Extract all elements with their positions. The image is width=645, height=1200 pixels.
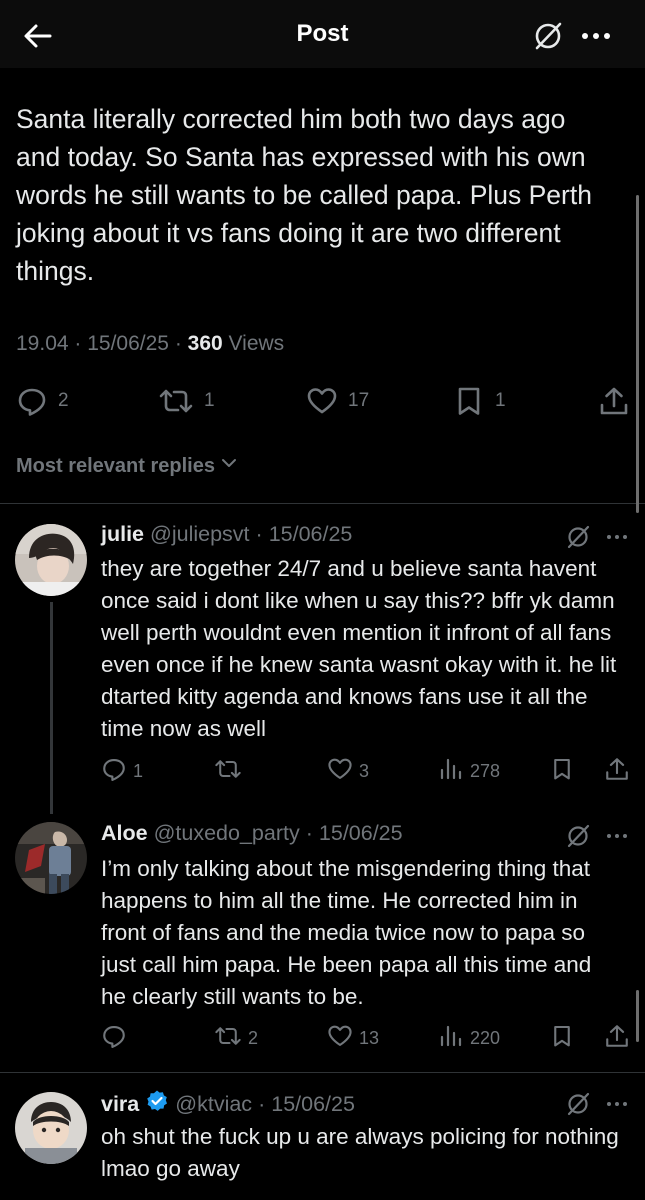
views-icon: [438, 756, 464, 787]
like-button[interactable]: 17: [306, 383, 369, 419]
reply-button[interactable]: 2: [16, 383, 69, 419]
views-label: Views: [228, 332, 285, 355]
post-time: 19.04: [16, 332, 69, 355]
top-bar: Post: [0, 0, 645, 68]
bookmark-icon: [453, 385, 485, 417]
post-actions: 2 1 17 1: [0, 383, 645, 419]
bookmark-count: 1: [495, 390, 506, 411]
repost-icon: [214, 1023, 242, 1054]
verified-icon: [145, 1089, 169, 1119]
grok-icon[interactable]: [565, 524, 591, 550]
reply-text: they are together 24/7 and u believe san…: [101, 556, 617, 741]
reply-header: julie @juliepsvt · 15/06/25: [101, 522, 352, 547]
bookmark-button[interactable]: [550, 756, 574, 786]
like-count: 17: [348, 390, 370, 411]
views-button[interactable]: 220: [438, 1023, 500, 1053]
reply-icon: [101, 756, 127, 787]
reply-text: I’m only talking about the misgendering …: [101, 856, 592, 1009]
repost-count: 2: [248, 1027, 259, 1048]
grok-icon[interactable]: [565, 1091, 591, 1117]
bookmark-button[interactable]: [550, 1023, 574, 1053]
replies-sort-label: Most relevant replies: [16, 454, 215, 477]
reply-count: 2: [58, 390, 69, 411]
views-button[interactable]: 278: [438, 756, 500, 786]
repost-button[interactable]: [214, 756, 248, 786]
reply-author-name[interactable]: vira: [101, 1092, 139, 1117]
repost-count: 1: [204, 390, 215, 411]
reply-icon: [101, 1023, 127, 1054]
share-icon: [598, 385, 630, 417]
reply-count: 1: [133, 760, 144, 781]
repost-button[interactable]: 2: [214, 1023, 258, 1053]
like-button[interactable]: 3: [327, 756, 369, 786]
avatar[interactable]: [15, 524, 87, 596]
reply-text: oh shut the fuck up u are always policin…: [101, 1124, 619, 1181]
views-icon: [438, 1023, 464, 1054]
like-icon: [327, 1023, 353, 1054]
reply-button[interactable]: 1: [101, 756, 143, 786]
views-count: 220: [470, 1027, 501, 1048]
chevron-down-icon: [219, 453, 239, 479]
reply-actions: 2 13 220: [0, 1023, 645, 1053]
share-button[interactable]: [604, 1023, 630, 1053]
repost-icon: [158, 385, 194, 417]
reply-author-handle[interactable]: @juliepsvt: [150, 522, 250, 547]
divider: [0, 503, 645, 504]
separator-dot: ·: [305, 821, 313, 845]
more-icon[interactable]: [604, 1091, 630, 1117]
reply-date: 15/06/25: [318, 821, 403, 845]
grok-icon[interactable]: [565, 823, 591, 849]
avatar[interactable]: [15, 1092, 87, 1164]
reply-actions: 1 3 278: [0, 756, 645, 786]
separator-dot: ·: [255, 522, 263, 546]
bookmark-icon: [550, 1023, 574, 1054]
avatar[interactable]: [15, 822, 87, 894]
like-icon: [327, 756, 353, 787]
like-button[interactable]: 13: [327, 1023, 379, 1053]
reply-date: 15/06/25: [268, 522, 353, 546]
separator-dot: ·: [258, 1091, 266, 1116]
share-icon: [604, 756, 630, 787]
reply-author-handle[interactable]: @tuxedo_party: [154, 821, 300, 846]
repost-button[interactable]: 1: [158, 383, 215, 419]
more-icon[interactable]: [604, 823, 630, 849]
repost-icon: [214, 756, 242, 787]
bookmark-button[interactable]: 1: [453, 383, 506, 419]
reply-author-handle[interactable]: @ktviac: [175, 1092, 252, 1117]
like-count: 13: [359, 1027, 380, 1048]
reply-author-name[interactable]: Aloe: [101, 821, 148, 846]
more-icon[interactable]: [604, 524, 630, 550]
reply-header: Aloe @tuxedo_party · 15/06/25: [101, 821, 403, 846]
divider: [0, 1072, 645, 1073]
reply-button[interactable]: [101, 1023, 133, 1053]
like-count: 3: [359, 760, 370, 781]
share-icon: [604, 1023, 630, 1054]
reply-author-name[interactable]: julie: [101, 522, 144, 547]
reply-icon: [16, 385, 48, 417]
replies-sort-dropdown[interactable]: Most relevant replies: [16, 453, 239, 479]
more-icon[interactable]: [578, 20, 614, 52]
share-button[interactable]: [604, 756, 630, 786]
views-count: 360: [187, 332, 223, 355]
reply-header: vira @ktviac · 15/06/25: [101, 1089, 355, 1119]
grok-icon[interactable]: [532, 20, 564, 52]
like-icon: [306, 385, 338, 417]
post-meta: 19.04 · 15/06/25 · 360 Views: [16, 332, 285, 355]
scrollbar[interactable]: [636, 195, 639, 513]
post-date: 15/06/25: [87, 332, 169, 355]
views-count: 278: [470, 760, 501, 781]
bookmark-icon: [550, 756, 574, 787]
post-text: Santa literally corrected him both two d…: [16, 104, 592, 286]
share-button[interactable]: [598, 383, 630, 419]
reply-date: 15/06/25: [271, 1091, 355, 1116]
